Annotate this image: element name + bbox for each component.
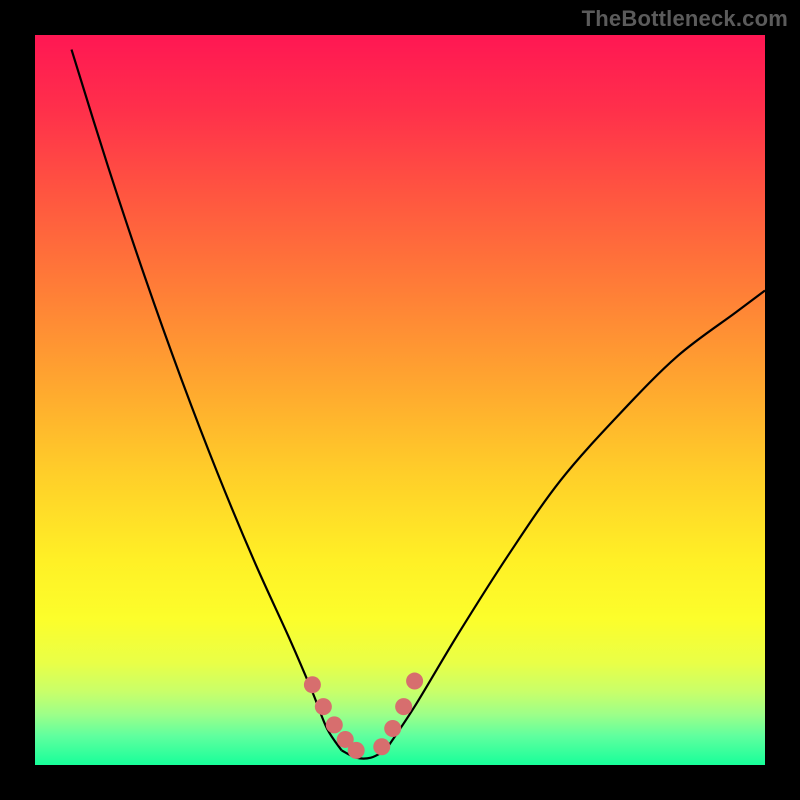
chart-curves-svg [35,35,765,765]
chart-container: TheBottleneck.com [0,0,800,800]
data-marker [304,676,321,693]
data-marker [406,673,423,690]
plot-area [35,35,765,765]
data-marker [384,720,401,737]
valley-curve [72,50,766,759]
watermark-text: TheBottleneck.com [582,6,788,32]
data-marker [373,738,390,755]
data-marker [348,742,365,759]
data-marker [315,698,332,715]
data-marker [326,716,343,733]
data-marker [395,698,412,715]
